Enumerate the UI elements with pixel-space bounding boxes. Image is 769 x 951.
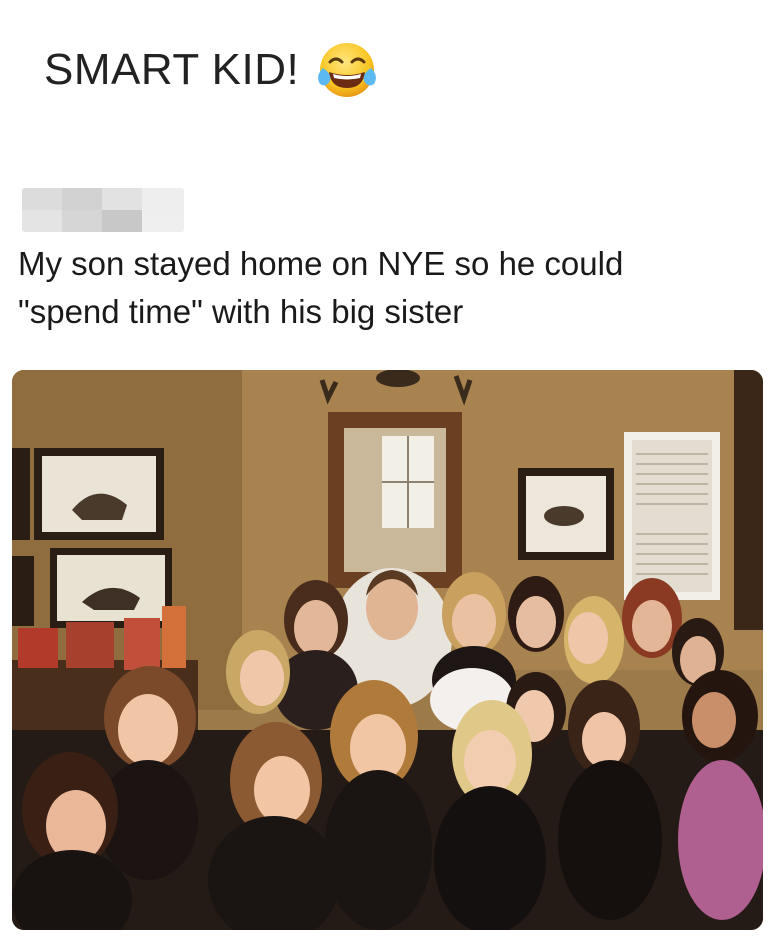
post-text: My son stayed home on NYE so he could "s… <box>18 240 748 336</box>
post-text-line-1: My son stayed home on NYE so he could <box>18 245 624 282</box>
group-photo-illustration <box>12 370 763 930</box>
blurred-author-name <box>22 188 184 232</box>
face-with-tears-of-joy-icon <box>318 43 377 97</box>
meme-caption: SMART KID! <box>44 38 379 102</box>
caption-text: SMART KID! <box>44 45 300 94</box>
group-photo <box>12 370 763 930</box>
meme-caption-band: SMART KID! <box>0 0 769 165</box>
post-text-line-2: "spend time" with his big sister <box>18 293 464 330</box>
